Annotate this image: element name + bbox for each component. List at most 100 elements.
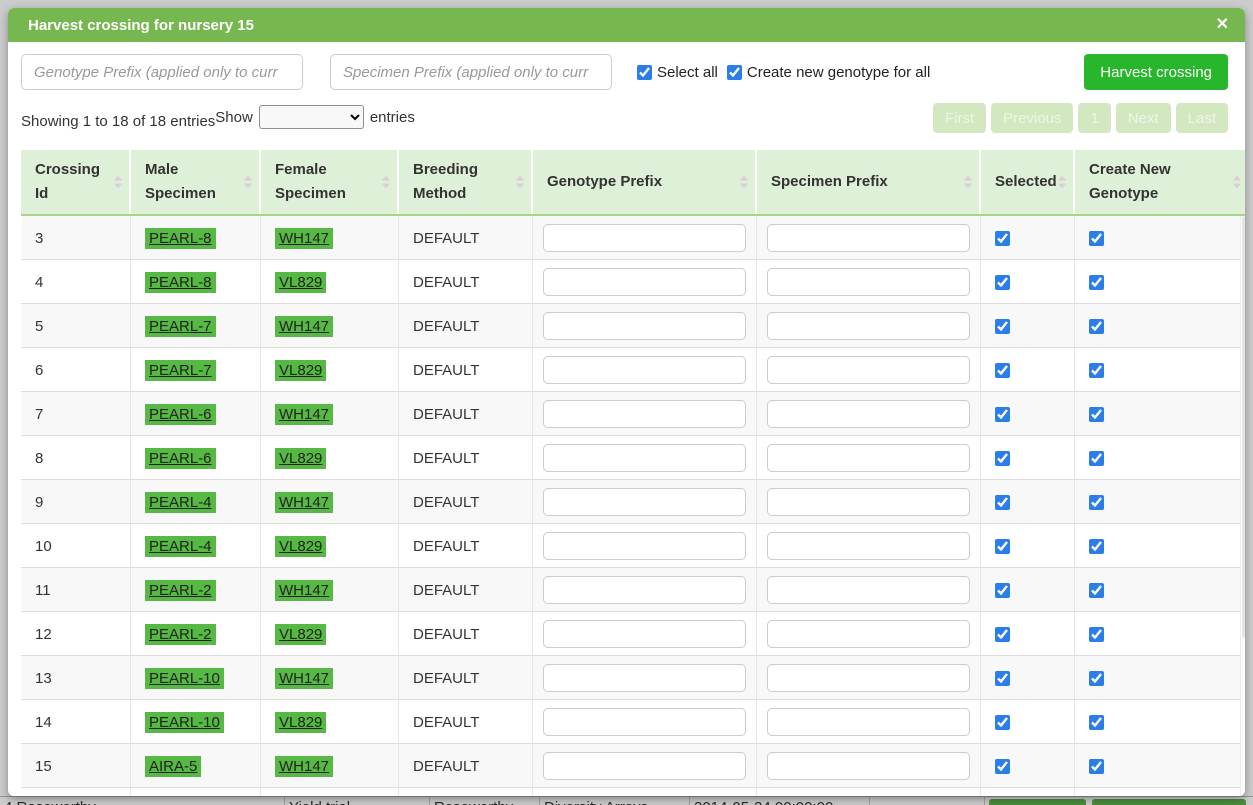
row-create-new-genotype-checkbox[interactable] bbox=[1089, 231, 1104, 246]
scrollbar-thumb[interactable] bbox=[1242, 216, 1245, 638]
row-create-new-genotype-checkbox[interactable] bbox=[1089, 715, 1104, 730]
genotype-prefix-input[interactable] bbox=[21, 54, 303, 90]
male-specimen-link[interactable]: PEARL-7 bbox=[145, 360, 216, 381]
column-header[interactable]: Specimen Prefix bbox=[757, 150, 981, 214]
row-specimen-prefix-input[interactable] bbox=[767, 664, 970, 692]
female-specimen-link[interactable]: WH147 bbox=[275, 492, 333, 513]
row-selected-checkbox[interactable] bbox=[995, 671, 1010, 686]
row-specimen-prefix-input[interactable] bbox=[767, 532, 970, 560]
row-genotype-prefix-input[interactable] bbox=[543, 444, 746, 472]
pagination-button[interactable]: Last bbox=[1176, 103, 1228, 133]
female-specimen-link[interactable]: WH147 bbox=[275, 580, 333, 601]
row-genotype-prefix-input[interactable] bbox=[543, 576, 746, 604]
row-selected-checkbox[interactable] bbox=[995, 275, 1010, 290]
row-selected-checkbox[interactable] bbox=[995, 583, 1010, 598]
female-specimen-link[interactable]: VL829 bbox=[275, 712, 326, 733]
row-create-new-genotype-checkbox[interactable] bbox=[1089, 275, 1104, 290]
page-size-select[interactable] bbox=[259, 105, 364, 129]
row-create-new-genotype-checkbox[interactable] bbox=[1089, 363, 1104, 378]
female-specimen-link[interactable]: WH147 bbox=[275, 668, 333, 689]
row-genotype-prefix-input[interactable] bbox=[543, 400, 746, 428]
row-genotype-prefix-input[interactable] bbox=[543, 752, 746, 780]
row-genotype-prefix-input[interactable] bbox=[543, 532, 746, 560]
pagination-button[interactable]: Previous bbox=[991, 103, 1073, 133]
male-specimen-link[interactable]: PEARL-4 bbox=[145, 492, 216, 513]
row-create-new-genotype-checkbox[interactable] bbox=[1089, 627, 1104, 642]
vertical-scrollbar[interactable] bbox=[1240, 216, 1245, 796]
row-specimen-prefix-input[interactable] bbox=[767, 488, 970, 516]
pagination-button[interactable]: Next bbox=[1116, 103, 1171, 133]
row-selected-checkbox[interactable] bbox=[995, 495, 1010, 510]
row-genotype-prefix-input[interactable] bbox=[543, 312, 746, 340]
row-create-new-genotype-checkbox[interactable] bbox=[1089, 583, 1104, 598]
male-specimen-link[interactable]: PEARL-2 bbox=[145, 580, 216, 601]
row-specimen-prefix-input[interactable] bbox=[767, 576, 970, 604]
row-genotype-prefix-input[interactable] bbox=[543, 708, 746, 736]
row-selected-checkbox[interactable] bbox=[995, 715, 1010, 730]
row-genotype-prefix-input[interactable] bbox=[543, 356, 746, 384]
row-create-new-genotype-checkbox[interactable] bbox=[1089, 451, 1104, 466]
row-selected-checkbox[interactable] bbox=[995, 759, 1010, 774]
row-create-new-genotype-checkbox[interactable] bbox=[1089, 671, 1104, 686]
row-genotype-prefix-input[interactable] bbox=[543, 268, 746, 296]
column-header[interactable]: Selected bbox=[981, 150, 1075, 214]
row-create-new-genotype-checkbox[interactable] bbox=[1089, 407, 1104, 422]
row-genotype-prefix-input[interactable] bbox=[543, 224, 746, 252]
row-specimen-prefix-input[interactable] bbox=[767, 356, 970, 384]
row-specimen-prefix-input[interactable] bbox=[767, 268, 970, 296]
female-specimen-link[interactable]: WH147 bbox=[275, 316, 333, 337]
row-create-new-genotype-checkbox[interactable] bbox=[1089, 759, 1104, 774]
male-specimen-link[interactable]: PEARL-2 bbox=[145, 624, 216, 645]
male-specimen-link[interactable]: PEARL-6 bbox=[145, 404, 216, 425]
pagination-button[interactable]: 1 bbox=[1078, 103, 1110, 133]
row-genotype-prefix-input[interactable] bbox=[543, 664, 746, 692]
row-selected-checkbox[interactable] bbox=[995, 627, 1010, 642]
row-selected-checkbox[interactable] bbox=[995, 451, 1010, 466]
row-genotype-prefix-input[interactable] bbox=[543, 620, 746, 648]
male-specimen-link[interactable]: PEARL-7 bbox=[145, 316, 216, 337]
harvest-crossing-button[interactable]: Harvest crossing bbox=[1084, 54, 1228, 90]
column-header[interactable]: Genotype Prefix bbox=[533, 150, 757, 214]
male-specimen-link[interactable]: PEARL-4 bbox=[145, 536, 216, 557]
female-specimen-link[interactable]: WH147 bbox=[275, 228, 333, 249]
row-specimen-prefix-input[interactable] bbox=[767, 224, 970, 252]
female-specimen-link[interactable]: VL829 bbox=[275, 448, 326, 469]
create-new-genotype-all-checkbox[interactable] bbox=[727, 65, 742, 80]
create-new-genotype-all-label[interactable]: Create new genotype for all bbox=[747, 64, 930, 81]
row-create-new-genotype-checkbox[interactable] bbox=[1089, 495, 1104, 510]
male-specimen-link[interactable]: PEARL-10 bbox=[145, 668, 224, 689]
column-header[interactable]: Male Specimen bbox=[131, 150, 261, 214]
female-specimen-link[interactable]: WH147 bbox=[275, 756, 333, 777]
column-header[interactable]: Crossing Id bbox=[21, 150, 131, 214]
row-specimen-prefix-input[interactable] bbox=[767, 400, 970, 428]
female-specimen-link[interactable]: VL829 bbox=[275, 360, 326, 381]
row-specimen-prefix-input[interactable] bbox=[767, 312, 970, 340]
row-specimen-prefix-input[interactable] bbox=[767, 752, 970, 780]
column-header[interactable]: Breeding Method bbox=[399, 150, 533, 214]
row-selected-checkbox[interactable] bbox=[995, 407, 1010, 422]
column-header[interactable]: Create New Genotype bbox=[1075, 150, 1245, 214]
male-specimen-link[interactable]: PEARL-6 bbox=[145, 448, 216, 469]
row-selected-checkbox[interactable] bbox=[995, 319, 1010, 334]
row-selected-checkbox[interactable] bbox=[995, 539, 1010, 554]
specimen-prefix-input[interactable] bbox=[330, 54, 612, 90]
male-specimen-link[interactable]: PEARL-8 bbox=[145, 272, 216, 293]
male-specimen-link[interactable]: PEARL-10 bbox=[145, 712, 224, 733]
female-specimen-link[interactable]: WH147 bbox=[275, 404, 333, 425]
female-specimen-link[interactable]: VL829 bbox=[275, 536, 326, 557]
row-specimen-prefix-input[interactable] bbox=[767, 620, 970, 648]
pagination-button[interactable]: First bbox=[933, 103, 986, 133]
row-create-new-genotype-checkbox[interactable] bbox=[1089, 319, 1104, 334]
select-all-label[interactable]: Select all bbox=[657, 64, 718, 81]
row-create-new-genotype-checkbox[interactable] bbox=[1089, 539, 1104, 554]
male-specimen-link[interactable]: PEARL-8 bbox=[145, 228, 216, 249]
female-specimen-link[interactable]: VL829 bbox=[275, 624, 326, 645]
close-icon[interactable]: ✕ bbox=[1216, 17, 1229, 33]
row-genotype-prefix-input[interactable] bbox=[543, 488, 746, 516]
male-specimen-link[interactable]: AIRA-5 bbox=[145, 756, 201, 777]
row-specimen-prefix-input[interactable] bbox=[767, 708, 970, 736]
row-selected-checkbox[interactable] bbox=[995, 363, 1010, 378]
select-all-checkbox[interactable] bbox=[637, 65, 652, 80]
row-specimen-prefix-input[interactable] bbox=[767, 444, 970, 472]
row-selected-checkbox[interactable] bbox=[995, 231, 1010, 246]
